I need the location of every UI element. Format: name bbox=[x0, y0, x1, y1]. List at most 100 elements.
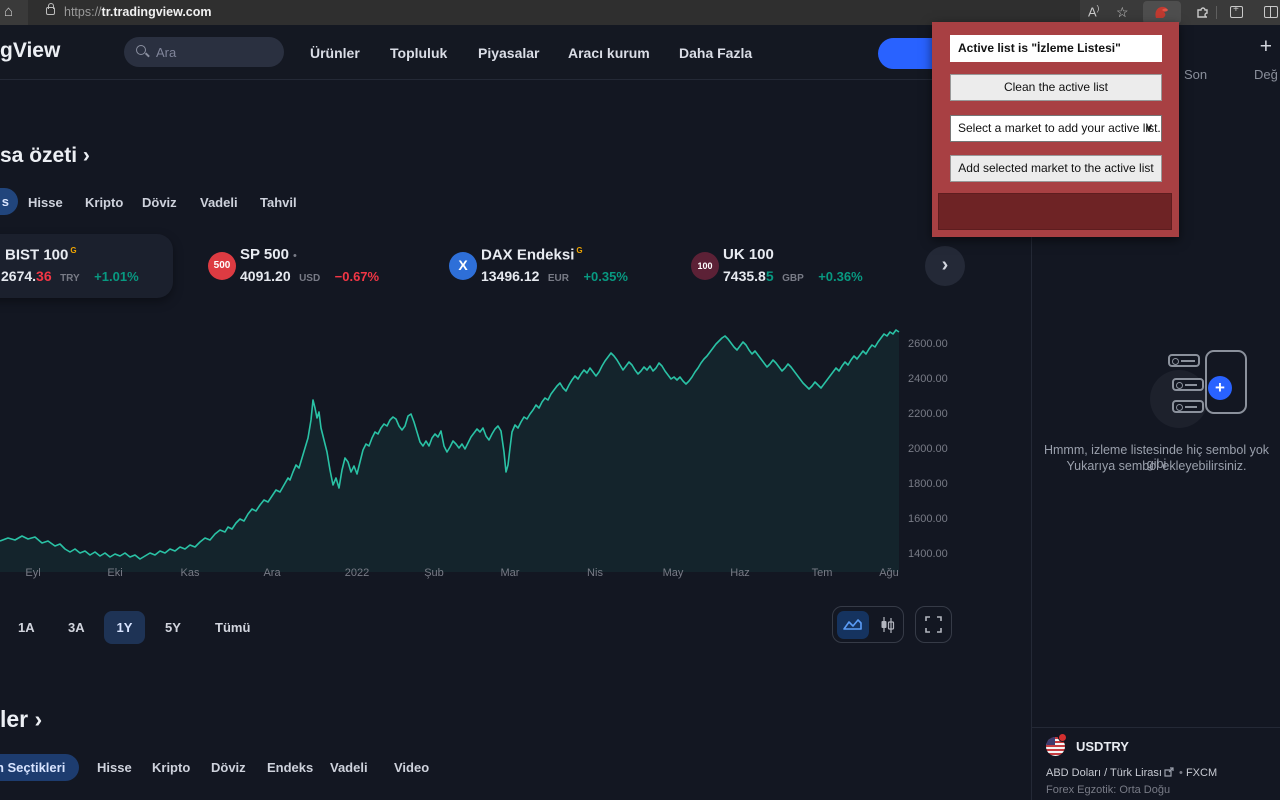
area-chart-button[interactable] bbox=[837, 611, 869, 639]
main-content: sa özeti › s Hisse Kripto Döviz Vadeli Tahvi… bbox=[0, 80, 1031, 800]
range-button-1y[interactable]: 1Y bbox=[104, 611, 145, 644]
split-screen-icon[interactable] bbox=[1264, 6, 1278, 18]
candlestick-icon bbox=[881, 617, 895, 633]
market-select-dropdown[interactable]: Select a market to add your active list.… bbox=[950, 115, 1162, 142]
card-symbol-name: BIST 100 bbox=[5, 246, 69, 264]
column-last: Son bbox=[1184, 67, 1208, 82]
empty-watchlist-text-2: Yukarıya sembol ekleyebilirsiniz. bbox=[1066, 459, 1247, 473]
news-tab-selected[interactable]: ün Seçtikleri bbox=[0, 754, 80, 781]
fullscreen-icon bbox=[925, 616, 942, 633]
clean-active-list-button[interactable]: Clean the active list bbox=[950, 74, 1162, 101]
market-tab-kripto[interactable]: Kripto bbox=[85, 190, 123, 216]
home-icon[interactable]: ⌂ bbox=[4, 3, 13, 20]
active-extension-button[interactable] bbox=[1143, 1, 1181, 24]
news-heading[interactable]: ler › bbox=[0, 706, 42, 733]
nav-item-aracı-kurum[interactable]: Aracı kurum bbox=[568, 45, 650, 61]
x-tick: 2022 bbox=[344, 567, 370, 579]
candlestick-button[interactable] bbox=[875, 612, 901, 638]
read-aloud-icon[interactable]: A) bbox=[1088, 4, 1099, 19]
fullscreen-button[interactable] bbox=[915, 606, 952, 643]
range-button-1a[interactable]: 1A bbox=[18, 611, 35, 644]
y-tick: 1600.00 bbox=[908, 513, 948, 525]
card-symbol-name: DAX Endeksi bbox=[481, 246, 575, 264]
tradingview-logo[interactable]: gView bbox=[0, 39, 60, 63]
g-badge-icon: G bbox=[576, 246, 583, 255]
search-input[interactable]: Ara bbox=[124, 37, 284, 67]
chart-area-fill bbox=[0, 330, 899, 572]
nav-item-piyasalar[interactable]: Piyasalar bbox=[478, 45, 540, 61]
lock-icon[interactable] bbox=[46, 3, 55, 15]
y-tick: 2000.00 bbox=[908, 443, 948, 455]
card-currency: TRY bbox=[60, 273, 80, 284]
column-change: Değ bbox=[1254, 67, 1278, 82]
chart-canvas bbox=[0, 329, 900, 572]
y-tick: 1800.00 bbox=[908, 478, 948, 490]
x-tick: Şub bbox=[424, 567, 444, 579]
range-button-5y[interactable]: 5Y bbox=[165, 611, 181, 644]
news-tab-vadeli[interactable]: Vadeli bbox=[330, 754, 368, 781]
card-symbol-name: SP 500 bbox=[240, 246, 289, 263]
news-tab-video[interactable]: Video bbox=[394, 754, 429, 781]
search-icon bbox=[136, 45, 146, 55]
card-bist100[interactable]: BIST 100 G 2674.36 TRY +1.01% bbox=[0, 234, 173, 298]
range-button-tümü[interactable]: Tümü bbox=[215, 611, 250, 644]
x-tick: Mar bbox=[500, 567, 520, 579]
news-tab-kripto[interactable]: Kripto bbox=[152, 754, 190, 781]
active-list-status: Active list is "İzleme Listesi" bbox=[950, 35, 1162, 62]
market-tab-hisse[interactable]: Hisse bbox=[28, 190, 63, 216]
extension-icon bbox=[1155, 6, 1168, 18]
symbol-ticker: USDTRY bbox=[1076, 739, 1129, 754]
nav-item-daha-fazla[interactable]: Daha Fazla bbox=[679, 45, 752, 61]
add-symbol-icon[interactable]: + bbox=[1260, 35, 1272, 59]
external-link-icon[interactable] bbox=[1164, 767, 1174, 777]
market-tab-vadeli[interactable]: Vadeli bbox=[200, 190, 238, 216]
range-button-3a[interactable]: 3A bbox=[68, 611, 85, 644]
chevron-down-icon: ∨ bbox=[1144, 122, 1153, 134]
add-selected-market-button[interactable]: Add selected market to the active list bbox=[950, 155, 1162, 182]
card-currency: EUR bbox=[547, 273, 569, 284]
tab-endeks-selected[interactable]: s bbox=[0, 188, 18, 215]
divider bbox=[1032, 727, 1280, 728]
y-tick: 2600.00 bbox=[908, 338, 948, 350]
y-tick: 2200.00 bbox=[908, 408, 948, 420]
market-summary-heading[interactable]: sa özeti › bbox=[0, 144, 90, 168]
symbol-row-usdtry[interactable]: USDTRY ABD Doları / Türk Lirası • FXCM F… bbox=[1032, 733, 1280, 796]
cards-next-button[interactable]: › bbox=[925, 246, 965, 286]
x-tick: Kas bbox=[180, 567, 200, 579]
card-price: 7435.8 bbox=[723, 268, 766, 284]
market-tab-döviz[interactable]: Döviz bbox=[142, 190, 177, 216]
symbol-category: Forex Egzotik: Orta Doğu bbox=[1046, 784, 1171, 796]
delayed-dot-icon: • bbox=[292, 250, 297, 262]
area-chart-icon bbox=[843, 619, 862, 630]
chart-type-toggle bbox=[832, 606, 904, 643]
x-tick: Eki bbox=[107, 567, 123, 579]
nav-item-topluluk[interactable]: Topluluk bbox=[390, 45, 447, 61]
card-currency: GBP bbox=[782, 273, 804, 284]
news-tab-endeks[interactable]: Endeks bbox=[267, 754, 313, 781]
extensions-puzzle-icon[interactable] bbox=[1195, 4, 1210, 19]
url-text[interactable]: https://tr.tradingview.com bbox=[64, 5, 212, 19]
site-header: gView Ara Ürünler Topluluk Piyasalar Aracı … bbox=[0, 25, 1031, 80]
url-host: tr.tradingview.com bbox=[101, 5, 212, 19]
card-symbol-name: UK 100 bbox=[723, 246, 774, 263]
news-tab-hisse[interactable]: Hisse bbox=[97, 754, 132, 781]
nav-item-ürünler[interactable]: Ürünler bbox=[310, 45, 360, 61]
card-change: +0.35% bbox=[583, 269, 628, 284]
price-chart[interactable]: 2600.00 2400.00 2200.00 2000.00 1800.00 1600.… bbox=[0, 322, 1031, 582]
y-tick: 2400.00 bbox=[908, 373, 948, 385]
card-change: +1.01% bbox=[94, 269, 139, 284]
dax-icon: X bbox=[449, 252, 477, 280]
x-tick: Nis bbox=[587, 567, 603, 579]
collections-icon[interactable] bbox=[1230, 4, 1243, 18]
market-select-value: Select a market to add your active list. bbox=[958, 121, 1161, 135]
x-tick: Eyl bbox=[25, 567, 41, 579]
market-tab-tahvil[interactable]: Tahvil bbox=[260, 190, 297, 216]
card-price-tail: 36 bbox=[36, 268, 52, 284]
news-tab-döviz[interactable]: Döviz bbox=[211, 754, 246, 781]
card-price: 4091.20 bbox=[240, 268, 291, 284]
search-placeholder: Ara bbox=[156, 45, 177, 60]
popup-log-area bbox=[938, 193, 1172, 230]
x-tick: Ara bbox=[263, 567, 281, 579]
card-price: 2674. bbox=[1, 268, 37, 284]
favorites-icon[interactable]: ☆ bbox=[1116, 4, 1129, 21]
